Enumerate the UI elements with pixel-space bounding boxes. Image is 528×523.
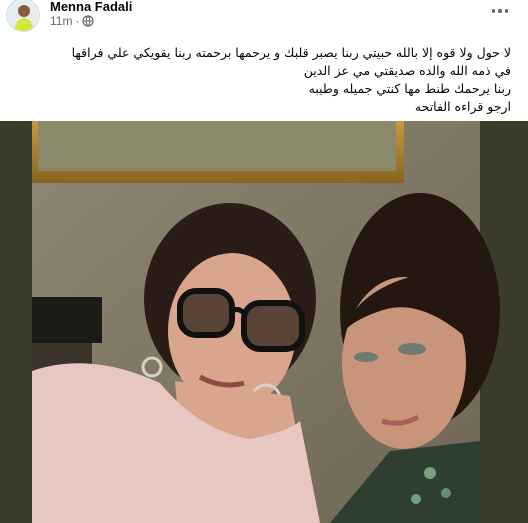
post-meta: 11m · [50, 14, 95, 28]
more-options-icon[interactable] [488, 2, 512, 20]
globe-icon[interactable] [82, 15, 95, 27]
post-text-line: لا حول ولا قوه إلا بالله حبيتي ربنا يصبر… [71, 45, 511, 60]
post-timestamp[interactable]: 11m [50, 14, 72, 28]
author-name[interactable]: Menna Fadali [50, 0, 132, 14]
post-header: Menna Fadali 11m · [0, 0, 528, 34]
post-photo[interactable] [0, 121, 528, 523]
facebook-post: Menna Fadali 11m · لا حول ولا قوه إلا با… [0, 0, 528, 523]
post-text-line: ربنا يرحمك طنط مها كنتي جميله وطيبه [308, 81, 511, 96]
profile-avatar[interactable] [6, 0, 40, 32]
meta-separator: · [75, 14, 80, 28]
post-text: لا حول ولا قوه إلا بالله حبيتي ربنا يصبر… [28, 44, 511, 116]
post-text-line: في ذمه الله والده صديقتي مي عز الدين [303, 63, 511, 78]
post-text-line: ارجو قراءه الفاتحه [414, 99, 511, 114]
